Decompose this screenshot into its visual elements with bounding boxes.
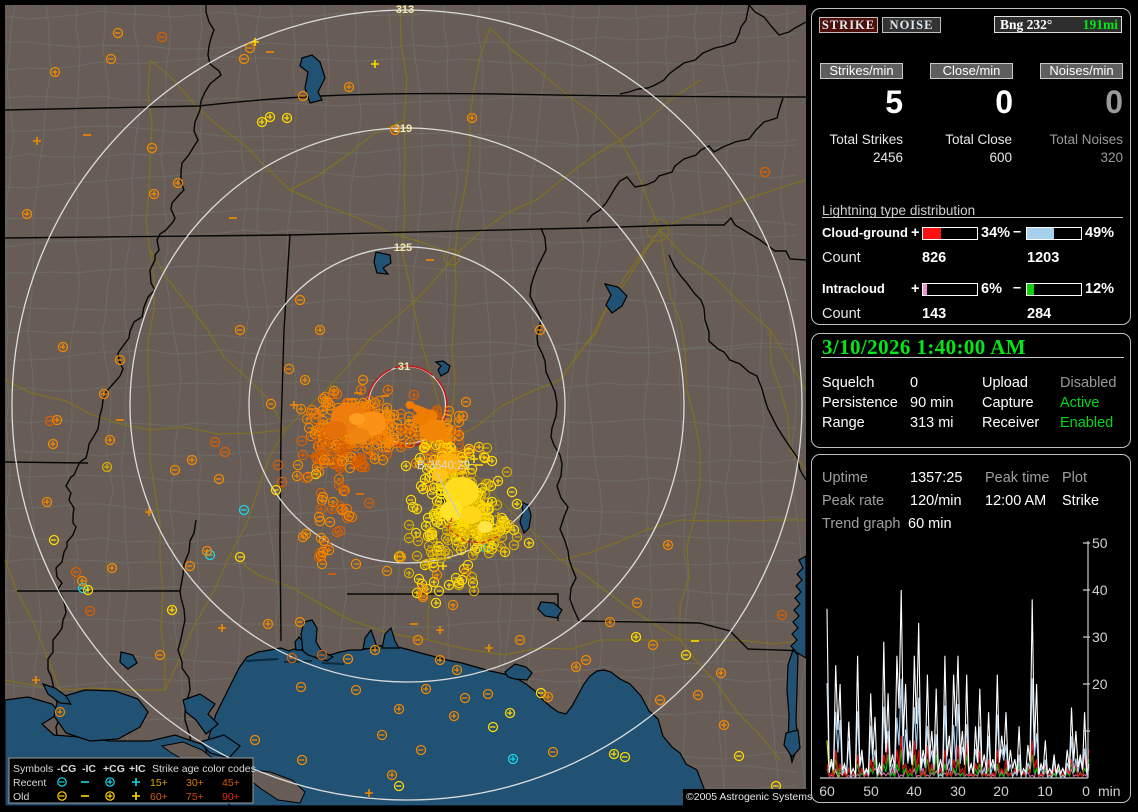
svg-text:50: 50: [1092, 535, 1108, 551]
svg-text:60: 60: [819, 783, 835, 799]
svg-text:0: 0: [1082, 783, 1090, 799]
svg-text:40: 40: [906, 783, 922, 799]
svg-text:50: 50: [863, 783, 879, 799]
svg-text:min: min: [1098, 783, 1121, 799]
svg-text:10: 10: [1037, 783, 1053, 799]
svg-text:20: 20: [993, 783, 1009, 799]
svg-text:20: 20: [1092, 676, 1108, 692]
svg-text:30: 30: [1092, 629, 1108, 645]
svg-text:30: 30: [950, 783, 966, 799]
svg-text:40: 40: [1092, 582, 1108, 598]
